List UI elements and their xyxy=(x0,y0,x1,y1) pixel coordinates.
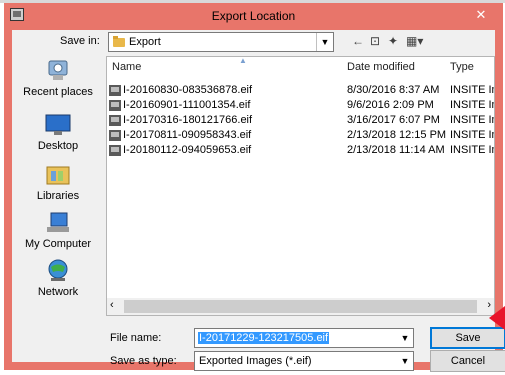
desktop-icon xyxy=(43,112,73,138)
save-button[interactable]: Save xyxy=(430,327,505,349)
file-row[interactable]: I-20170811-090958343.eif 2/13/2018 12:15… xyxy=(107,129,494,144)
place-libraries[interactable]: Libraries xyxy=(14,162,102,202)
back-arrow-icon[interactable]: ← xyxy=(352,34,364,48)
file-name: I-20170811-090958343.eif xyxy=(123,129,252,141)
eif-file-icon xyxy=(109,145,121,156)
pointer-arrow-icon xyxy=(489,306,505,330)
file-date: 2/13/2018 11:14 AM xyxy=(347,144,445,156)
place-desktop[interactable]: Desktop xyxy=(14,112,102,152)
places-bar: Recent places Desktop Libraries My Compu… xyxy=(14,52,102,312)
file-type: INSITE Im xyxy=(450,144,494,156)
file-type: INSITE Im xyxy=(450,129,494,141)
eif-file-icon xyxy=(109,85,121,96)
file-name: I-20170316-180121766.eif xyxy=(123,114,253,126)
file-name: I-20160901-111001354.eif xyxy=(123,99,251,111)
file-row[interactable]: I-20170316-180121766.eif 3/16/2017 6:07 … xyxy=(107,114,494,129)
up-folder-icon[interactable]: ⊡ xyxy=(370,34,380,48)
place-network[interactable]: Network xyxy=(14,258,102,298)
file-row[interactable]: I-20160901-111001354.eif 9/6/2016 2:09 P… xyxy=(107,99,494,114)
new-folder-icon[interactable]: ✦ xyxy=(388,34,398,48)
computer-icon xyxy=(43,210,73,236)
network-icon xyxy=(43,258,73,284)
scroll-thumb[interactable] xyxy=(124,300,477,313)
file-date: 9/6/2016 2:09 PM xyxy=(347,99,434,111)
eif-file-icon xyxy=(109,115,121,126)
file-date: 2/13/2018 12:15 PM xyxy=(347,129,447,141)
place-label: Desktop xyxy=(37,140,79,152)
save-in-value: Export xyxy=(129,36,161,48)
place-label: Network xyxy=(37,286,79,298)
column-header-name[interactable]: Name xyxy=(112,61,141,73)
chevron-down-icon[interactable]: ▼ xyxy=(397,352,413,370)
file-name: I-20180112-094059653.eif xyxy=(123,144,252,156)
close-button[interactable]: ✕ xyxy=(467,5,495,25)
place-label: Recent places xyxy=(23,86,93,98)
file-list[interactable]: Name ▲ Date modified Type I-20160830-083… xyxy=(106,56,495,316)
file-name-input[interactable]: I-20171229-123217505.eif xyxy=(198,332,330,344)
scroll-left-icon[interactable]: ‹ xyxy=(110,299,114,311)
chevron-down-icon[interactable]: ▼ xyxy=(316,33,333,51)
file-type: INSITE Im xyxy=(450,84,494,96)
dialog-body: Save in: Export ▼ ← ⊡ ✦ ▦▾ Recent places xyxy=(12,30,505,372)
column-header-type[interactable]: Type xyxy=(450,61,474,73)
file-name-label: File name: xyxy=(110,332,162,344)
place-label: Libraries xyxy=(36,190,80,202)
chevron-down-icon[interactable]: ▼ xyxy=(397,329,413,347)
libraries-icon xyxy=(43,162,73,188)
save-type-label: Save as type: xyxy=(110,355,177,367)
sort-indicator-icon: ▲ xyxy=(239,56,247,65)
place-label: My Computer xyxy=(24,238,92,250)
file-date: 8/30/2016 8:37 AM xyxy=(347,84,440,96)
column-header-date[interactable]: Date modified xyxy=(347,61,415,73)
save-in-combo[interactable]: Export ▼ xyxy=(108,32,334,52)
place-my-computer[interactable]: My Computer xyxy=(14,210,102,250)
eif-file-icon xyxy=(109,130,121,141)
file-name: I-20160830-083536878.eif xyxy=(123,84,253,96)
file-date: 3/16/2017 6:07 PM xyxy=(347,114,440,126)
recent-places-icon xyxy=(43,58,73,84)
save-in-label: Save in: xyxy=(60,35,100,47)
file-name-combo[interactable]: I-20171229-123217505.eif ▼ xyxy=(194,328,414,348)
cancel-button[interactable]: Cancel xyxy=(430,350,505,372)
window-title: Export Location xyxy=(211,9,296,23)
title-bar[interactable]: Export Location ✕ xyxy=(4,3,503,29)
save-type-value: Exported Images (*.eif) xyxy=(199,355,312,367)
file-type: INSITE Im xyxy=(450,99,494,111)
folder-icon xyxy=(113,36,125,47)
place-recent-places[interactable]: Recent places xyxy=(14,58,102,98)
file-row[interactable]: I-20160830-083536878.eif 8/30/2016 8:37 … xyxy=(107,84,494,99)
save-type-combo[interactable]: Exported Images (*.eif) ▼ xyxy=(194,351,414,371)
horizontal-scrollbar[interactable]: ‹ › xyxy=(107,298,494,315)
export-location-dialog: Export Location ✕ Save in: Export ▼ ← ⊡ … xyxy=(4,3,505,372)
file-row[interactable]: I-20180112-094059653.eif 2/13/2018 11:14… xyxy=(107,144,494,159)
eif-file-icon xyxy=(109,100,121,111)
view-menu-icon[interactable]: ▦▾ xyxy=(406,34,423,48)
file-type: INSITE Im xyxy=(450,114,494,126)
